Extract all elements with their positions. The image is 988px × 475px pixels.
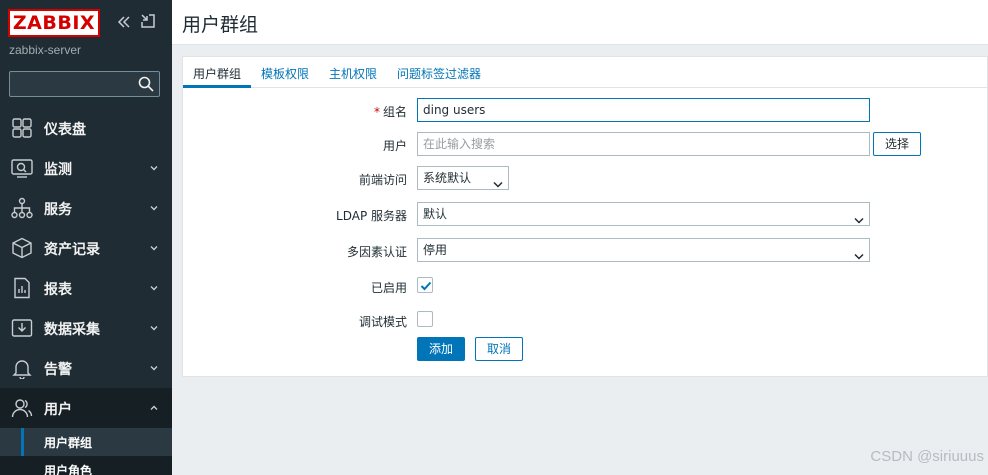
menu-item-inventory[interactable]: 资产记录: [0, 228, 172, 268]
alerts-icon: [11, 357, 33, 380]
menu-item-dashboard[interactable]: 仪表盘: [0, 108, 172, 148]
menu-item-users[interactable]: 用户: [0, 388, 172, 428]
menu-item-services[interactable]: 服务: [0, 188, 172, 228]
chevron-down-icon: [149, 362, 159, 372]
enabled-checkbox[interactable]: [417, 277, 433, 293]
users-search-input[interactable]: 在此输入搜索: [417, 132, 870, 156]
sidebar-search-input[interactable]: [10, 72, 134, 96]
mfa-value: 停用: [423, 243, 448, 257]
select-users-button[interactable]: 选择: [873, 132, 921, 156]
main-menu: 仪表盘 监测 服务 资产记录 报表 数据采集 告警 用户 用户群组 用户角色: [0, 108, 172, 475]
chevron-down-icon: [149, 162, 159, 172]
add-button[interactable]: 添加: [417, 337, 465, 361]
kiosk-mode-icon[interactable]: [141, 14, 155, 28]
chevron-down-icon: [149, 202, 159, 212]
menu-item-alerts[interactable]: 告警: [0, 348, 172, 388]
mfa-select[interactable]: 停用: [417, 238, 870, 262]
menu-label: 数据采集: [44, 322, 100, 338]
chevron-down-icon: [149, 242, 159, 252]
menu-label: 监测: [44, 162, 72, 178]
users-label: 用户: [382, 139, 407, 153]
checkmark-icon: [420, 280, 432, 292]
menu-item-monitoring[interactable]: 监测: [0, 148, 172, 188]
tab-host-permissions[interactable]: 主机权限: [329, 65, 377, 82]
frontend-access-label: 前端访问: [358, 173, 407, 187]
chevron-down-icon: [493, 174, 503, 188]
group-name-label: * 组名: [373, 105, 407, 119]
menu-item-reports[interactable]: 报表: [0, 268, 172, 308]
users-icon: [11, 397, 33, 419]
page-title: 用户群组: [182, 14, 259, 36]
chevron-down-icon: [149, 322, 159, 332]
tab-problem-tag-filter[interactable]: 问题标签过滤器: [397, 65, 481, 82]
inventory-icon: [11, 237, 33, 259]
monitoring-icon: [11, 157, 33, 179]
ldap-server-label: LDAP 服务器: [336, 209, 407, 223]
server-name: zabbix-server: [9, 43, 82, 57]
cancel-button[interactable]: 取消: [475, 337, 523, 361]
chevron-down-icon: [149, 282, 159, 292]
menu-label: 用户: [44, 402, 72, 418]
users-placeholder: 在此输入搜索: [423, 137, 496, 151]
enabled-label: 已启用: [370, 281, 407, 295]
chevron-down-icon: [854, 210, 864, 224]
reports-icon: [11, 277, 33, 299]
page-header: 用户群组: [172, 0, 988, 45]
active-tab-indicator: [183, 85, 251, 88]
tab-template-permissions[interactable]: 模板权限: [261, 65, 309, 82]
debug-mode-checkbox[interactable]: [417, 311, 433, 327]
dashboard-icon: [11, 117, 33, 139]
menu-label: 服务: [44, 202, 72, 218]
required-marker: *: [373, 105, 380, 119]
submenu-item-user-groups[interactable]: 用户群组: [0, 428, 172, 456]
services-icon: [11, 197, 33, 219]
selected-indicator: [21, 428, 24, 456]
collapse-sidebar-icon[interactable]: [116, 14, 132, 30]
search-icon[interactable]: [138, 76, 154, 92]
menu-label: 资产记录: [44, 242, 100, 258]
mfa-label: 多因素认证: [346, 245, 407, 259]
group-name-field[interactable]: ding users: [417, 98, 870, 122]
watermark: CSDN @siriuuus: [870, 448, 984, 465]
submenu-item-user-roles[interactable]: 用户角色: [0, 456, 172, 475]
data-collection-icon: [11, 317, 33, 339]
debug-mode-label: 调试模式: [358, 315, 407, 329]
sidebar: ZABBIX zabbix-server 仪表盘 监测 服务 资产记录 报表 数…: [0, 0, 172, 475]
tab-user-group[interactable]: 用户群组: [193, 65, 241, 82]
chevron-up-icon: [149, 402, 159, 412]
sidebar-search: [9, 71, 160, 97]
menu-label: 仪表盘: [44, 122, 86, 138]
form-panel: 用户群组 模板权限 主机权限 问题标签过滤器 * 组名 ding users 用户…: [182, 56, 988, 377]
tab-bar: 用户群组 模板权限 主机权限 问题标签过滤器: [183, 57, 988, 88]
main-content: 用户群组 用户群组 模板权限 主机权限 问题标签过滤器 * 组名 ding use…: [172, 0, 988, 475]
menu-item-data-collection[interactable]: 数据采集: [0, 308, 172, 348]
menu-label: 告警: [44, 362, 72, 378]
submenu-label: 用户角色: [44, 464, 93, 475]
ldap-server-value: 默认: [423, 207, 448, 221]
users-submenu: 用户群组 用户角色: [0, 428, 172, 475]
submenu-label: 用户群组: [44, 436, 93, 450]
menu-label: 报表: [44, 282, 72, 298]
frontend-access-value: 系统默认: [423, 171, 472, 185]
ldap-server-select[interactable]: 默认: [417, 202, 870, 226]
frontend-access-select[interactable]: 系统默认: [417, 166, 509, 190]
chevron-down-icon: [854, 246, 864, 260]
zabbix-logo[interactable]: ZABBIX: [8, 9, 100, 37]
